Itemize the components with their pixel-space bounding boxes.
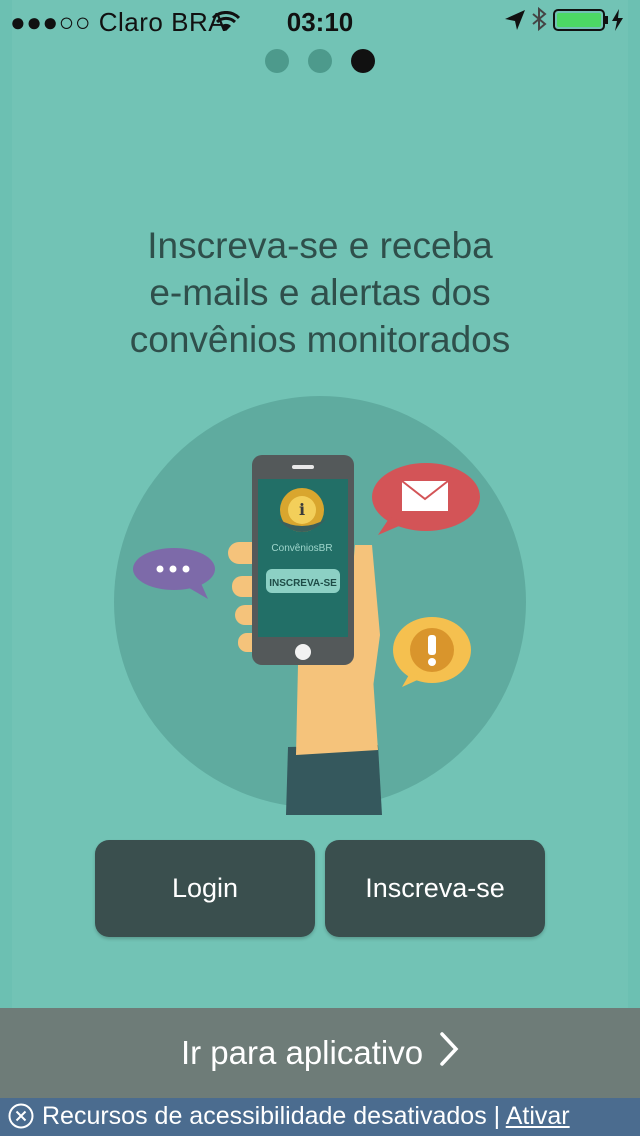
go-to-app-bar[interactable]: Ir para aplicativo [0, 1008, 640, 1098]
chevron-right-icon [439, 1031, 459, 1075]
phone-app-name: ConvêniosBR [271, 543, 332, 554]
page-dot-1[interactable] [265, 49, 289, 73]
status-bar: ●●●○○ Claro BRA 03:10 [0, 0, 640, 40]
accessibility-banner: Recursos de acessibilidade desativados |… [0, 1098, 640, 1136]
page-dot-2[interactable] [308, 49, 332, 73]
page-indicator [265, 49, 375, 73]
battery-icon [553, 9, 608, 31]
sleeve [286, 745, 382, 815]
status-right [503, 6, 628, 34]
charging-icon [612, 9, 623, 31]
accessibility-text: Recursos de acessibilidade desativados | [42, 1102, 506, 1130]
illustration: i ConvêniosBR INSCREVA-SE [110, 395, 530, 815]
page-dot-3-active[interactable] [351, 49, 375, 73]
page-headline: Inscreva-se e receba e-mails e alertas d… [60, 222, 580, 363]
headline-line-2: e-mails e alertas dos [149, 272, 491, 313]
accessibility-message: Recursos de acessibilidade desativados |… [42, 1102, 570, 1131]
close-icon[interactable] [8, 1103, 34, 1129]
svg-text:i: i [299, 500, 305, 519]
phone-subscribe-label: INSCREVA-SE [269, 578, 337, 589]
signup-button[interactable]: Inscreva-se [325, 840, 545, 937]
go-to-app-label: Ir para aplicativo [180, 1034, 424, 1071]
headline-line-3: convênios monitorados [129, 319, 511, 360]
location-icon [505, 10, 525, 30]
phone: i ConvêniosBR INSCREVA-SE [252, 455, 354, 665]
login-button[interactable]: Login [95, 840, 315, 937]
headline-line-1: Inscreva-se e receba [147, 225, 493, 266]
activate-link[interactable]: Ativar [506, 1102, 570, 1130]
bluetooth-icon [532, 6, 547, 32]
